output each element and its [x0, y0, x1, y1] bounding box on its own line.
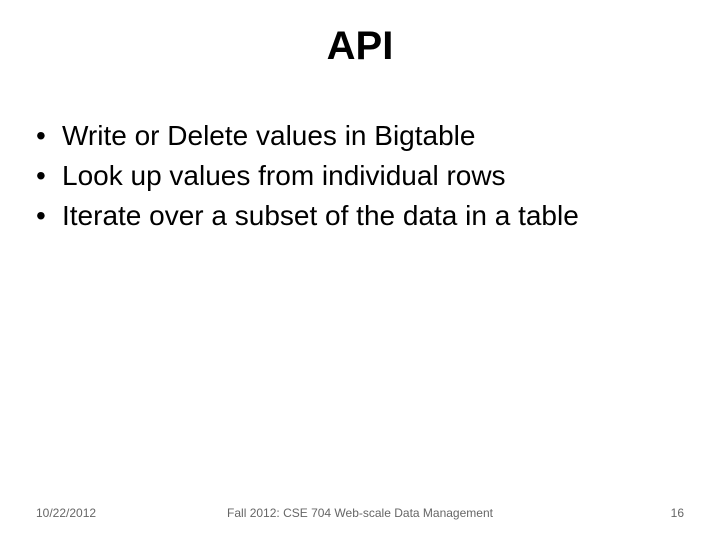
slide: API Write or Delete values in Bigtable L… [0, 0, 720, 540]
footer-page-number: 16 [671, 506, 684, 520]
bullet-item: Look up values from individual rows [36, 158, 684, 194]
slide-body: Write or Delete values in Bigtable Look … [36, 118, 684, 237]
bullet-item: Write or Delete values in Bigtable [36, 118, 684, 154]
slide-title: API [0, 24, 720, 69]
footer-center: Fall 2012: CSE 704 Web-scale Data Manage… [0, 506, 720, 520]
bullet-list: Write or Delete values in Bigtable Look … [36, 118, 684, 233]
bullet-item: Iterate over a subset of the data in a t… [36, 198, 684, 234]
